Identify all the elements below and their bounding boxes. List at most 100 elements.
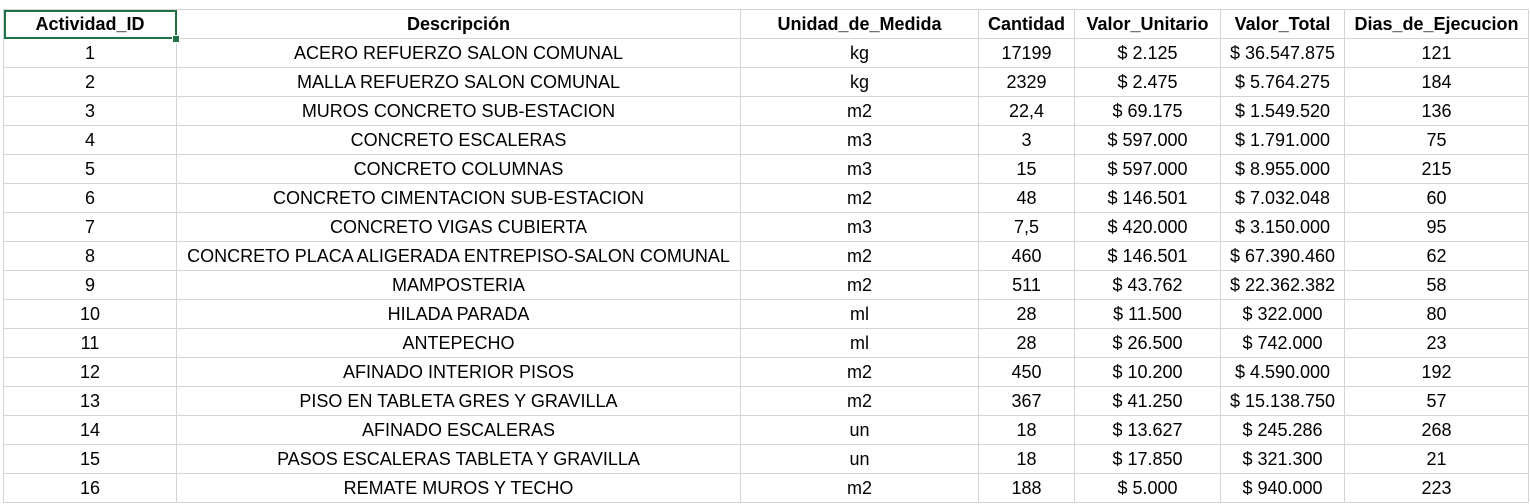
cell-unit[interactable]: kg	[740, 67, 979, 97]
cell-unit[interactable]: m2	[740, 270, 979, 300]
cell-desc[interactable]: REMATE MUROS Y TECHO	[176, 473, 741, 503]
cell-unit[interactable]: un	[740, 415, 979, 445]
cell-days[interactable]: 184	[1344, 67, 1529, 97]
cell-id[interactable]: 1	[3, 38, 177, 68]
cell-qty[interactable]: 28	[978, 299, 1075, 329]
cell-desc[interactable]: CONCRETO COLUMNAS	[176, 154, 741, 184]
cell-days[interactable]: 23	[1344, 328, 1529, 358]
cell-total[interactable]: $ 8.955.000	[1220, 154, 1345, 184]
cell-desc[interactable]: PASOS ESCALERAS TABLETA Y GRAVILLA	[176, 444, 741, 474]
cell-unit[interactable]: m3	[740, 125, 979, 155]
cell-unit[interactable]: m2	[740, 241, 979, 271]
cell-unit-value[interactable]: $ 69.175	[1074, 96, 1221, 126]
cell-days[interactable]: 95	[1344, 212, 1529, 242]
cell-id[interactable]: 6	[3, 183, 177, 213]
cell-days[interactable]: 268	[1344, 415, 1529, 445]
cell-days[interactable]: 57	[1344, 386, 1529, 416]
cell-id[interactable]: 3	[3, 96, 177, 126]
cell-days[interactable]: 223	[1344, 473, 1529, 503]
cell-id[interactable]: 9	[3, 270, 177, 300]
cell-qty[interactable]: 17199	[978, 38, 1075, 68]
cell-qty[interactable]: 450	[978, 357, 1075, 387]
cell-unit[interactable]: m3	[740, 212, 979, 242]
cell-desc[interactable]: CONCRETO ESCALERAS	[176, 125, 741, 155]
header-cell-cantidad[interactable]: Cantidad	[978, 9, 1075, 39]
header-cell-valor-total[interactable]: Valor_Total	[1220, 9, 1345, 39]
cell-days[interactable]: 21	[1344, 444, 1529, 474]
cell-id[interactable]: 14	[3, 415, 177, 445]
cell-unit-value[interactable]: $ 146.501	[1074, 183, 1221, 213]
cell-unit-value[interactable]: $ 43.762	[1074, 270, 1221, 300]
cell-qty[interactable]: 188	[978, 473, 1075, 503]
header-cell-actividad-id[interactable]: Actividad_ID	[3, 9, 177, 39]
cell-unit-value[interactable]: $ 11.500	[1074, 299, 1221, 329]
cell-qty[interactable]: 18	[978, 415, 1075, 445]
cell-unit[interactable]: kg	[740, 38, 979, 68]
cell-qty[interactable]: 511	[978, 270, 1075, 300]
cell-id[interactable]: 8	[3, 241, 177, 271]
cell-unit-value[interactable]: $ 5.000	[1074, 473, 1221, 503]
cell-total[interactable]: $ 1.549.520	[1220, 96, 1345, 126]
cell-unit-value[interactable]: $ 17.850	[1074, 444, 1221, 474]
cell-qty[interactable]: 28	[978, 328, 1075, 358]
cell-unit[interactable]: m2	[740, 96, 979, 126]
cell-qty[interactable]: 460	[978, 241, 1075, 271]
cell-desc[interactable]: ANTEPECHO	[176, 328, 741, 358]
cell-qty[interactable]: 15	[978, 154, 1075, 184]
cell-qty[interactable]: 3	[978, 125, 1075, 155]
cell-id[interactable]: 13	[3, 386, 177, 416]
cell-unit-value[interactable]: $ 2.475	[1074, 67, 1221, 97]
cell-qty[interactable]: 48	[978, 183, 1075, 213]
cell-days[interactable]: 75	[1344, 125, 1529, 155]
header-cell-valor-unitario[interactable]: Valor_Unitario	[1074, 9, 1221, 39]
cell-id[interactable]: 4	[3, 125, 177, 155]
cell-unit-value[interactable]: $ 10.200	[1074, 357, 1221, 387]
cell-id[interactable]: 5	[3, 154, 177, 184]
cell-unit[interactable]: m2	[740, 473, 979, 503]
cell-days[interactable]: 60	[1344, 183, 1529, 213]
cell-unit[interactable]: m2	[740, 386, 979, 416]
header-cell-unidad[interactable]: Unidad_de_Medida	[740, 9, 979, 39]
cell-days[interactable]: 62	[1344, 241, 1529, 271]
cell-unit[interactable]: ml	[740, 328, 979, 358]
cell-total[interactable]: $ 3.150.000	[1220, 212, 1345, 242]
cell-unit-value[interactable]: $ 13.627	[1074, 415, 1221, 445]
cell-qty[interactable]: 22,4	[978, 96, 1075, 126]
cell-id[interactable]: 7	[3, 212, 177, 242]
cell-desc[interactable]: MUROS CONCRETO SUB-ESTACION	[176, 96, 741, 126]
cell-desc[interactable]: CONCRETO PLACA ALIGERADA ENTREPISO-SALON…	[176, 241, 741, 271]
cell-desc[interactable]: MALLA REFUERZO SALON COMUNAL	[176, 67, 741, 97]
cell-unit[interactable]: ml	[740, 299, 979, 329]
cell-desc[interactable]: PISO EN TABLETA GRES Y GRAVILLA	[176, 386, 741, 416]
cell-total[interactable]: $ 36.547.875	[1220, 38, 1345, 68]
cell-desc[interactable]: HILADA PARADA	[176, 299, 741, 329]
cell-unit[interactable]: un	[740, 444, 979, 474]
cell-total[interactable]: $ 940.000	[1220, 473, 1345, 503]
cell-total[interactable]: $ 67.390.460	[1220, 241, 1345, 271]
cell-desc[interactable]: MAMPOSTERIA	[176, 270, 741, 300]
cell-qty[interactable]: 7,5	[978, 212, 1075, 242]
header-cell-dias[interactable]: Dias_de_Ejecucion	[1344, 9, 1529, 39]
cell-id[interactable]: 15	[3, 444, 177, 474]
cell-qty[interactable]: 2329	[978, 67, 1075, 97]
cell-days[interactable]: 215	[1344, 154, 1529, 184]
cell-unit-value[interactable]: $ 597.000	[1074, 125, 1221, 155]
cell-desc[interactable]: AFINADO ESCALERAS	[176, 415, 741, 445]
cell-id[interactable]: 12	[3, 357, 177, 387]
header-cell-descripcion[interactable]: Descripción	[176, 9, 741, 39]
cell-days[interactable]: 192	[1344, 357, 1529, 387]
cell-total[interactable]: $ 321.300	[1220, 444, 1345, 474]
cell-unit-value[interactable]: $ 597.000	[1074, 154, 1221, 184]
cell-total[interactable]: $ 245.286	[1220, 415, 1345, 445]
cell-total[interactable]: $ 742.000	[1220, 328, 1345, 358]
cell-total[interactable]: $ 4.590.000	[1220, 357, 1345, 387]
cell-unit[interactable]: m2	[740, 183, 979, 213]
cell-total[interactable]: $ 1.791.000	[1220, 125, 1345, 155]
cell-total[interactable]: $ 15.138.750	[1220, 386, 1345, 416]
cell-qty[interactable]: 18	[978, 444, 1075, 474]
cell-unit-value[interactable]: $ 26.500	[1074, 328, 1221, 358]
cell-id[interactable]: 10	[3, 299, 177, 329]
cell-unit-value[interactable]: $ 146.501	[1074, 241, 1221, 271]
cell-desc[interactable]: ACERO REFUERZO SALON COMUNAL	[176, 38, 741, 68]
cell-unit-value[interactable]: $ 2.125	[1074, 38, 1221, 68]
